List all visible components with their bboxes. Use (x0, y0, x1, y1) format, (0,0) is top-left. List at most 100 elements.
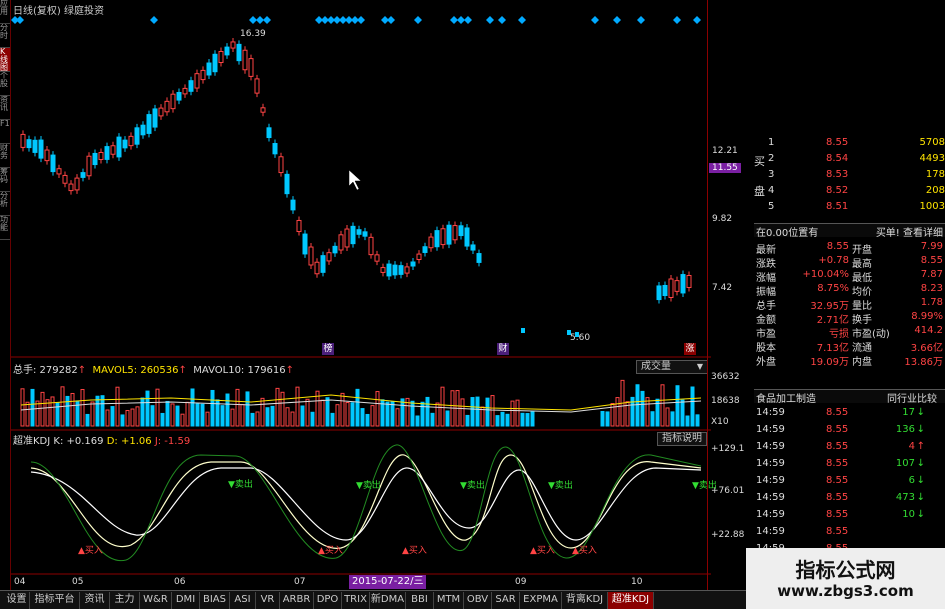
order-volume: 4493 (919, 153, 945, 164)
order-book-row[interactable]: 1 8.55 5708 (754, 137, 945, 151)
candle-body (374, 254, 380, 262)
quote-row: 外盘 19.09万 内盘 13.86万 (754, 353, 945, 368)
indicator-tab[interactable]: DMI (172, 592, 200, 609)
sidebar-item[interactable]: 财务 (0, 144, 10, 168)
sell-text: 卖出 (554, 481, 573, 491)
candle-body (350, 225, 356, 245)
indicator-tab[interactable]: MTM (434, 592, 464, 609)
indicator-tab[interactable]: 背离KDJ (562, 592, 608, 609)
signal-diamond-icon (591, 16, 599, 24)
tick-row: 14:59 8.55 107 ↓ (754, 458, 945, 472)
indicator-tab[interactable]: 指标平台 (30, 592, 80, 609)
candle-body (254, 78, 260, 94)
tick-price: 8.55 (826, 509, 849, 520)
indicator-tab[interactable]: 新DMA (370, 592, 406, 609)
buy-arrow-icon: ▲ (318, 546, 325, 556)
indicator-tab[interactable]: 超准KDJ (608, 592, 654, 609)
tick-row: 14:59 8.55 4 ↑ (754, 441, 945, 455)
sidebar-item[interactable]: 功能 (0, 216, 10, 240)
sidebar-item[interactable]: F10 (0, 120, 10, 144)
candle-body (146, 114, 152, 134)
sidebar-item[interactable]: 个股 (0, 72, 10, 96)
position-bar[interactable]: 在0.00位置有 买单! 查看详细 (754, 223, 945, 239)
candle-body (56, 168, 62, 175)
candle-body (50, 154, 56, 173)
candle-body (266, 127, 272, 139)
order-book-row[interactable]: 3 8.53 178 (754, 169, 945, 183)
order-book-row[interactable]: 2 8.54 4493 (754, 153, 945, 167)
indicator-tab[interactable]: 设置 (4, 592, 30, 609)
volume-bar (195, 403, 200, 427)
candle-body (134, 127, 140, 145)
candle-body (182, 87, 188, 95)
kdj-header: 超准KDJ K: +0.169 D: +1.06 J: -1.59 (13, 432, 190, 447)
order-book-row[interactable]: 5 8.51 1003 (754, 201, 945, 215)
volume-bar (430, 412, 435, 427)
indicator-tab[interactable]: DPO (314, 592, 342, 609)
candle-body (158, 107, 164, 117)
event-marker-cai[interactable]: 财 (497, 343, 509, 355)
industry-compare-link: 同行业比较 (887, 394, 937, 405)
industry-bar[interactable]: 食品加工制造 同行业比较 (754, 389, 945, 405)
kline-chart-area[interactable] (11, 0, 711, 590)
volume-bar (265, 407, 270, 427)
indicator-tab[interactable]: 主力 (110, 592, 140, 609)
indicator-help-button[interactable]: 指标说明 (657, 432, 707, 446)
volume-bar (670, 411, 675, 427)
volume-dropdown-label: 成交量 (641, 361, 671, 372)
quote-label: 最高 (852, 259, 872, 270)
candle-body (380, 267, 386, 273)
tick-volume: 136 (895, 424, 915, 435)
indicator-tab[interactable]: TRIX (342, 592, 370, 609)
candle-body (434, 230, 440, 248)
volume-bar (325, 397, 330, 427)
volume-bar (80, 389, 85, 427)
indicator-tab[interactable]: OBV (464, 592, 492, 609)
candle-body (176, 91, 182, 101)
sidebar-item[interactable]: 分析 (0, 192, 10, 216)
event-marker-bang[interactable]: 榜 (322, 343, 334, 355)
sell-arrow-icon: ▼ (228, 480, 235, 490)
order-book-row[interactable]: 4 8.52 208 (754, 185, 945, 199)
volume-bar (505, 413, 510, 427)
indicator-tab[interactable]: W&R (140, 592, 172, 609)
sidebar-item[interactable]: K线图 (0, 48, 10, 72)
volume-bar (485, 397, 490, 427)
sidebar-item[interactable]: 应用 (0, 0, 10, 24)
sidebar-item[interactable]: 分时 (0, 24, 10, 48)
tick-time: 14:59 (756, 424, 785, 435)
order-volume: 208 (925, 185, 945, 196)
sidebar-item[interactable]: 资讯 (0, 96, 10, 120)
buy-signal-label: ▲买入 (402, 543, 427, 556)
candle-body (410, 261, 416, 267)
volume-bar (495, 415, 500, 427)
candle-body (236, 43, 242, 62)
indicator-tab[interactable]: ASI (230, 592, 256, 609)
volume-bar (645, 397, 650, 427)
order-level: 5 (768, 201, 775, 212)
indicator-tab[interactable]: VR (256, 592, 280, 609)
candle-body (104, 146, 110, 160)
signal-diamond-icon (357, 16, 365, 24)
arrow-down-icon: ↓ (916, 475, 925, 486)
signal-diamond-icon (498, 16, 506, 24)
event-marker-zhang[interactable]: 涨 (684, 343, 696, 355)
kdj-axis-label: +129.1 (711, 444, 745, 454)
indicator-tab[interactable]: ARBR (280, 592, 314, 609)
indicator-tab[interactable]: SAR (492, 592, 520, 609)
signal-diamond-icon (16, 16, 24, 24)
indicator-tab[interactable]: BBI (406, 592, 434, 609)
signal-diamond-icon (457, 16, 465, 24)
sidebar-item[interactable]: 筹码 (0, 168, 10, 192)
indicator-tab[interactable]: EXPMA (520, 592, 562, 609)
tick-time: 14:59 (756, 509, 785, 520)
watermark-title: 指标公式网 (795, 558, 896, 582)
arrow-down-icon: ↓ (916, 407, 925, 418)
indicator-tab[interactable]: 资讯 (80, 592, 110, 609)
watermark: 指标公式网 www.zbgs3.com (746, 548, 945, 609)
quote-label: 最低 (852, 273, 872, 284)
x-tick-label: 09 (515, 577, 527, 587)
indicator-tab[interactable]: BIAS (200, 592, 230, 609)
volume-dropdown[interactable]: 成交量 ▼ (636, 360, 708, 374)
order-level: 1 (768, 137, 775, 148)
